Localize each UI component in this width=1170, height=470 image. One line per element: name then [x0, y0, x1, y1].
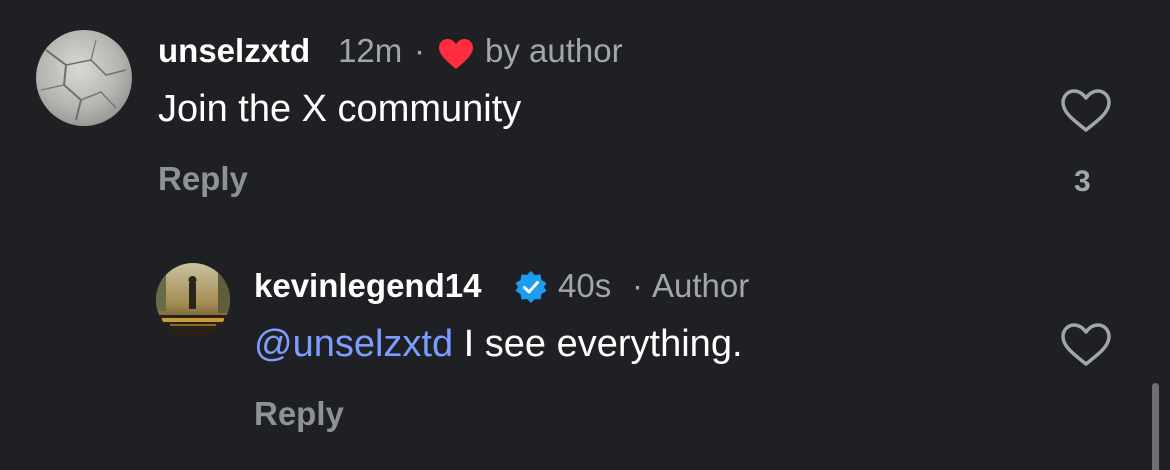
comment-timestamp: 40s — [558, 267, 612, 304]
comment-username[interactable]: kevinlegend14 — [254, 267, 481, 305]
heart-filled-icon — [438, 38, 474, 70]
like-count: 3 — [1074, 165, 1091, 198]
like-button[interactable] — [1060, 322, 1112, 368]
scrollbar[interactable] — [1152, 383, 1159, 470]
avatar[interactable] — [36, 30, 132, 126]
heart-outline-icon — [1061, 323, 1111, 366]
heart-outline-icon — [1061, 89, 1111, 132]
reply-button[interactable]: Reply — [158, 160, 248, 198]
avatar[interactable] — [156, 263, 230, 337]
comment-username[interactable]: unselzxtd — [158, 32, 310, 70]
movie-poster-avatar-icon — [156, 263, 230, 337]
meta-separator: · — [414, 32, 425, 69]
verified-badge-icon — [514, 270, 548, 304]
comment-timestamp: 12m — [338, 32, 403, 69]
comment-text: Join the X community — [158, 88, 522, 130]
comment-text-content: I see everything. — [453, 323, 743, 365]
like-button[interactable] — [1060, 88, 1112, 134]
meta-separator: · — [632, 267, 643, 304]
cracked-stone-avatar-icon — [36, 30, 132, 126]
comments-thread: unselzxtd 12m · by author Join the X com… — [0, 0, 1170, 470]
comment-text: @unselzxtd I see everything. — [254, 323, 743, 366]
author-label: Author — [652, 267, 750, 304]
liked-by-author-label: by author — [485, 32, 623, 69]
mention-link[interactable]: @unselzxtd — [254, 323, 453, 365]
reply-button[interactable]: Reply — [254, 395, 344, 433]
